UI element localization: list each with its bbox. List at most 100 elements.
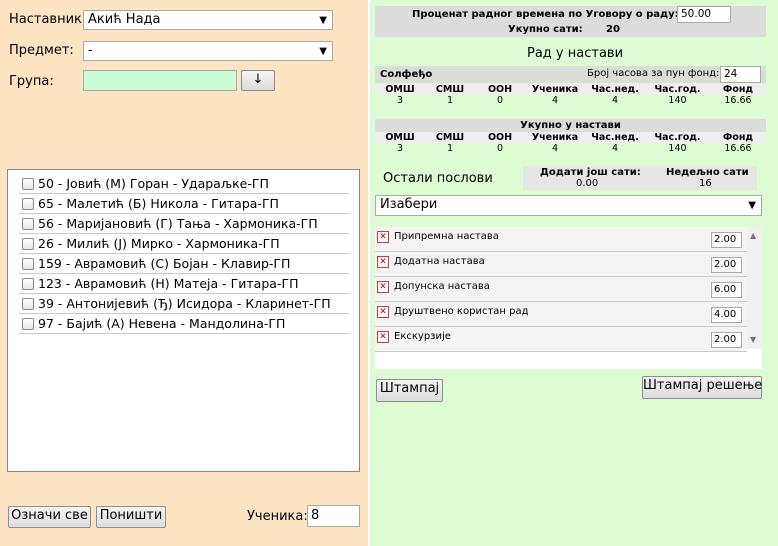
col-header: ОМШ (385, 84, 415, 95)
other-job-select-value: Изабери (380, 197, 438, 212)
student-label: 26 - Милић (Ј) Мирко - Хармоника-ГП (38, 236, 280, 251)
student-label: 159 - Аврамовић (С) Бојан - Клавир-ГП (38, 256, 291, 271)
other-job-select[interactable]: Изабери ▼ (375, 195, 762, 216)
student-checkbox[interactable] (22, 177, 34, 190)
student-item[interactable]: 123 - Аврамовић (Н) Матеја - Гитара-ГП (19, 274, 349, 294)
table-cell: 16.66 (724, 95, 752, 106)
teacher-select-value: Акић Нада (88, 12, 161, 27)
task-list[interactable]: ✕ Припремна настава 2.00 ✕ Додатна наста… (375, 227, 762, 369)
task-hours-input[interactable]: 2.00 (711, 232, 742, 248)
contract-percent-input[interactable]: 50.00 (677, 6, 731, 23)
table-cell: 140 (668, 95, 687, 106)
table-cell: 4 (611, 143, 619, 154)
remove-icon[interactable]: ✕ (377, 306, 389, 318)
subject-select[interactable]: - ▼ (83, 41, 333, 61)
col-header: Фонд (722, 84, 754, 95)
full-fund-input[interactable]: 24 (720, 66, 761, 83)
student-checkbox[interactable] (22, 257, 34, 270)
col-header: ООН (487, 132, 513, 143)
print-decision-button[interactable]: Штампај решење (642, 376, 762, 399)
col-header: Час.нед. (591, 84, 639, 95)
total-table-header: ОМШ СМШ ООН Ученика Час.нед. Час.год. Фо… (375, 132, 766, 143)
scroll-up-icon[interactable]: ▲ (750, 231, 756, 240)
add-hours-value: 0.00 (576, 178, 599, 189)
student-list[interactable]: 50 - Јовић (М) Горан - Удараљке-ГП 65 - … (7, 169, 360, 472)
clear-button[interactable]: Поништи (96, 506, 166, 528)
task-name: Друштвено користан рад (394, 306, 529, 317)
student-label: 123 - Аврамовић (Н) Матеја - Гитара-ГП (38, 276, 299, 291)
full-fund-label: Број часова за пун фонд: (587, 68, 720, 79)
table-cell: 4 (551, 143, 559, 154)
total-teaching-band: Укупно у настави (375, 119, 766, 132)
weekly-hours-value: 16 (699, 178, 712, 189)
table-cell: 3 (396, 95, 404, 106)
student-item[interactable]: 159 - Аврамовић (С) Бојан - Клавир-ГП (19, 254, 349, 274)
task-hours-input[interactable]: 2.00 (711, 257, 742, 273)
select-all-button[interactable]: Означи све (8, 506, 91, 528)
right-panel: Проценат радног времена по Уговору о рад… (370, 0, 778, 546)
student-checkbox[interactable] (22, 317, 34, 330)
task-name: Припремна настава (394, 231, 499, 242)
student-checkbox[interactable] (22, 297, 34, 310)
task-list-scrollbar[interactable]: ▲ ▼ (747, 227, 762, 349)
student-item[interactable]: 50 - Јовић (М) Горан - Удараљке-ГП (19, 174, 349, 194)
col-header: Час.год. (654, 132, 701, 143)
task-item: ✕ Друштвено користан рад 4.00 (375, 302, 747, 327)
subject-band: Солфеђо Број часова за пун фонд: (375, 66, 766, 83)
col-header: ОМШ (385, 132, 415, 143)
subject-label: Предмет: (9, 43, 74, 58)
task-hours-input[interactable]: 2.00 (711, 332, 742, 348)
print-button[interactable]: Штампај (376, 379, 443, 402)
col-header: СМШ (435, 132, 465, 143)
teacher-label: Наставник: (9, 12, 87, 27)
group-input[interactable] (83, 70, 237, 91)
table-cell: 4 (551, 95, 559, 106)
table-cell: 3 (396, 143, 404, 154)
arrow-down-icon: ↓ (252, 72, 264, 87)
table-cell: 1 (446, 95, 454, 106)
other-hours-box: Додати још сати: Недељно сати 0.00 16 (523, 166, 757, 190)
students-count-input[interactable]: 8 (307, 505, 360, 527)
teaching-title: Рад у настави (527, 46, 624, 61)
other-jobs-title: Остали послови (383, 171, 493, 186)
student-item[interactable]: 26 - Милић (Ј) Мирко - Хармоника-ГП (19, 234, 349, 254)
remove-icon[interactable]: ✕ (377, 281, 389, 293)
remove-icon[interactable]: ✕ (377, 256, 389, 268)
table-cell: 140 (668, 143, 687, 154)
student-label: 50 - Јовић (М) Горан - Удараљке-ГП (38, 176, 269, 191)
remove-icon[interactable]: ✕ (377, 231, 389, 243)
student-label: 56 - Маријановић (Г) Тања - Хармоника-ГП (38, 216, 318, 231)
subject-table-row: 3 1 0 4 4 140 16.66 (375, 95, 766, 106)
table-cell: 4 (611, 95, 619, 106)
student-checkbox[interactable] (22, 197, 34, 210)
total-table-row: 3 1 0 4 4 140 16.66 (375, 143, 766, 154)
task-item: ✕ Припремна настава 2.00 (375, 227, 747, 252)
student-checkbox[interactable] (22, 237, 34, 250)
total-hours-label: Укупно сати: (508, 24, 583, 35)
student-item[interactable]: 65 - Малетић (Б) Никола - Гитара-ГП (19, 194, 349, 214)
task-hours-input[interactable]: 4.00 (711, 307, 742, 323)
total-teaching-table: ОМШ СМШ ООН Ученика Час.нед. Час.год. Фо… (375, 132, 766, 154)
col-header: Фонд (722, 132, 754, 143)
student-checkbox[interactable] (22, 277, 34, 290)
subject-name: Солфеђо (380, 69, 433, 80)
col-header: Час.нед. (591, 132, 639, 143)
student-item[interactable]: 97 - Бајић (А) Невена - Мандолина-ГП (19, 314, 349, 334)
group-load-button[interactable]: ↓ (241, 70, 275, 91)
total-teaching-title: Укупно у настави (520, 120, 621, 131)
total-hours-value: 20 (606, 24, 620, 35)
contract-label: Проценат радног времена по Уговору о рад… (412, 9, 679, 20)
group-label: Група: (9, 74, 54, 89)
student-item[interactable]: 56 - Маријановић (Г) Тања - Хармоника-ГП (19, 214, 349, 234)
weekly-hours-label: Недељно сати (666, 167, 749, 178)
student-item[interactable]: 39 - Антонијевић (Ђ) Исидора - Кларинет-… (19, 294, 349, 314)
teacher-select[interactable]: Акић Нада ▼ (83, 10, 333, 30)
remove-icon[interactable]: ✕ (377, 331, 389, 343)
task-hours-input[interactable]: 6.00 (711, 282, 742, 298)
student-checkbox[interactable] (22, 217, 34, 230)
col-header: ООН (487, 84, 513, 95)
scroll-down-icon[interactable]: ▼ (750, 335, 756, 344)
col-header: Час.год. (654, 84, 701, 95)
task-item: ✕ Додатна настава 2.00 (375, 252, 747, 277)
col-header: Ученика (531, 132, 579, 143)
